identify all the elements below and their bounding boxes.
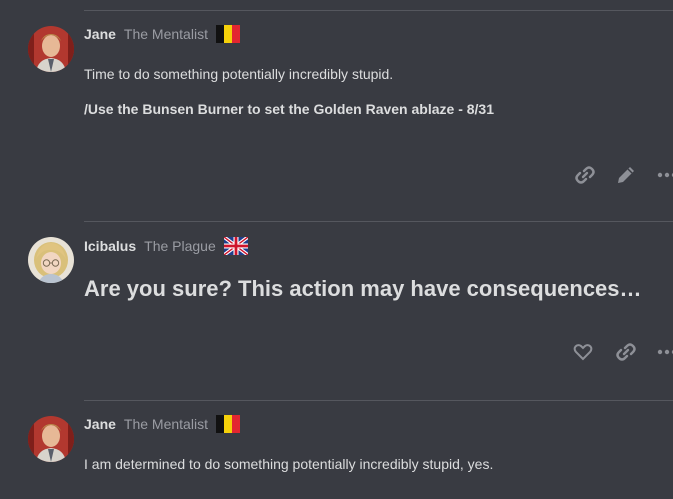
username[interactable]: Jane bbox=[84, 26, 116, 42]
belgium-flag-icon bbox=[215, 415, 240, 433]
top-divider bbox=[84, 10, 673, 11]
post-text: I am determined to do something potentia… bbox=[84, 456, 494, 472]
more-icon[interactable] bbox=[655, 164, 673, 186]
username[interactable]: Icibalus bbox=[84, 238, 136, 254]
uk-flag-icon bbox=[222, 235, 249, 257]
more-icon[interactable] bbox=[655, 341, 673, 363]
pencil-icon[interactable] bbox=[615, 164, 637, 186]
avatar[interactable] bbox=[28, 416, 74, 462]
post-divider bbox=[84, 221, 673, 222]
user-title: The Mentalist bbox=[123, 416, 208, 432]
link-icon[interactable] bbox=[574, 164, 596, 186]
link-icon[interactable] bbox=[615, 341, 637, 363]
post-divider bbox=[84, 400, 673, 401]
heart-icon[interactable] bbox=[572, 341, 594, 363]
username[interactable]: Jane bbox=[84, 416, 116, 432]
post-meta: Jane The Mentalist bbox=[84, 24, 240, 44]
post-meta: Jane The Mentalist bbox=[84, 414, 240, 434]
user-title: The Plague bbox=[144, 238, 216, 254]
post-command-text: /Use the Bunsen Burner to set the Golden… bbox=[84, 101, 494, 117]
post-text: Are you sure? This action may have conse… bbox=[84, 276, 642, 301]
user-title: The Mentalist bbox=[123, 26, 208, 42]
belgium-flag-icon bbox=[215, 25, 240, 43]
post-meta: Icibalus The Plague bbox=[84, 235, 249, 257]
avatar[interactable] bbox=[28, 26, 74, 72]
post-text: Time to do something potentially incredi… bbox=[84, 66, 394, 82]
avatar[interactable] bbox=[28, 237, 74, 283]
